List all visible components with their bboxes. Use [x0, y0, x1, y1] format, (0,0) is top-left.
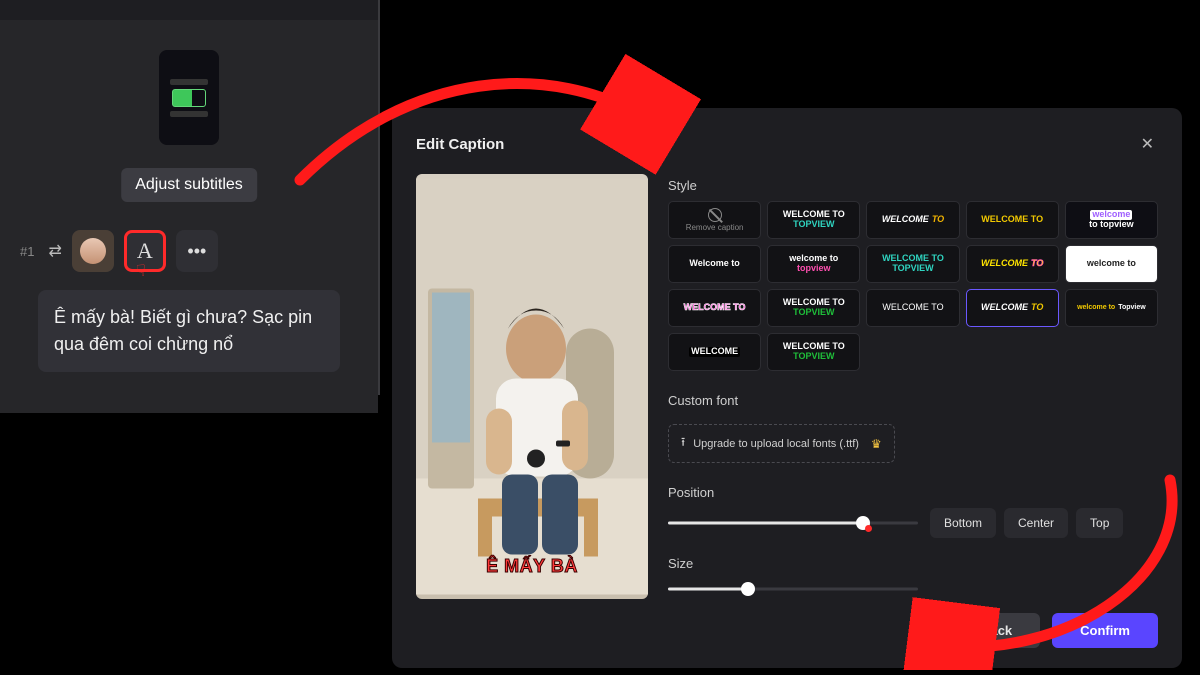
adjust-subtitles-tooltip: Adjust subtitles: [121, 168, 257, 202]
caption-style-grid: Remove captionWELCOME TOTOPVIEWWELCOMETO…: [668, 201, 1158, 371]
upload-font-text: Upgrade to upload local fonts (.ttf): [693, 438, 859, 450]
caption-style-s6[interactable]: welcome totopview: [767, 245, 860, 283]
caption-style-s3[interactable]: WELCOME TO: [966, 201, 1059, 239]
custom-font-label: Custom font: [668, 393, 1158, 408]
position-label: Position: [668, 485, 1158, 500]
size-label: Size: [668, 556, 1158, 571]
avatar-button[interactable]: [72, 230, 114, 272]
caption-style-s5[interactable]: Welcome to: [668, 245, 761, 283]
caption-style-s14[interactable]: welcome toTopview: [1065, 289, 1158, 327]
subtitle-text-box[interactable]: Ê mấy bà! Biết gì chưa? Sạc pin qua đêm …: [38, 290, 340, 372]
position-top-button[interactable]: Top: [1076, 508, 1123, 538]
snippet-panel: Adjust subtitles #1 ⇄ A ☟ ••• Ê mấy bà! …: [0, 20, 378, 413]
position-bottom-button[interactable]: Bottom: [930, 508, 996, 538]
swap-icon[interactable]: ⇄: [48, 241, 61, 261]
position-slider-thumb[interactable]: [856, 516, 870, 530]
caption-style-s4[interactable]: welcometo topview: [1065, 201, 1158, 239]
caption-style-s16[interactable]: WELCOME TOTOPVIEW: [767, 333, 860, 371]
caption-style-s9[interactable]: welcome to: [1065, 245, 1158, 283]
confirm-button[interactable]: Confirm: [1052, 613, 1158, 648]
preview-caption-text: Ê MẤY BÀ: [416, 556, 648, 577]
premium-crown-icon: ♛: [871, 437, 882, 451]
caption-style-s8[interactable]: WELCOMETO: [966, 245, 1059, 283]
style-section-label: Style: [668, 178, 1158, 193]
scene-toolbar: #1 ⇄ A ☟ •••: [20, 230, 358, 272]
close-icon[interactable]: ✕: [1137, 130, 1158, 158]
position-slider[interactable]: [668, 513, 918, 533]
upload-font-button[interactable]: ⭱ Upgrade to upload local fonts (.ttf) ♛: [668, 424, 895, 463]
caption-style-s1[interactable]: WELCOME TOTOPVIEW: [767, 201, 860, 239]
scene-index: #1: [20, 244, 34, 259]
caption-style-s12[interactable]: WELCOME TO: [866, 289, 959, 327]
caption-style-s2[interactable]: WELCOMETO: [866, 201, 959, 239]
modal-title: Edit Caption: [416, 136, 504, 153]
scene-thumbnail[interactable]: [159, 50, 219, 145]
more-icon: •••: [187, 241, 206, 262]
preview-illustration: [416, 174, 648, 599]
caption-controls: Style Remove captionWELCOME TOTOPVIEWWEL…: [668, 174, 1158, 599]
edit-caption-modal: Edit Caption ✕: [392, 108, 1182, 668]
caption-style-remove[interactable]: Remove caption: [668, 201, 761, 239]
caption-style-s7[interactable]: WELCOME TOTOPVIEW: [866, 245, 959, 283]
modal-footer: Back Confirm: [416, 613, 1158, 648]
position-preset-buttons: Bottom Center Top: [930, 508, 1123, 538]
caption-style-s11[interactable]: WELCOME TOTOPVIEW: [767, 289, 860, 327]
back-button[interactable]: Back: [953, 613, 1040, 648]
upload-icon: ⭱: [681, 433, 685, 454]
caption-preview: Ê MẤY BÀ: [416, 174, 648, 599]
size-slider[interactable]: [668, 579, 918, 599]
caption-style-s13[interactable]: WELCOMETO: [966, 289, 1059, 327]
more-button[interactable]: •••: [176, 230, 218, 272]
cursor-icon: ☟: [136, 261, 154, 279]
subtitle-style-button[interactable]: A ☟: [124, 230, 166, 272]
caption-style-s15[interactable]: WELCOME: [668, 333, 761, 371]
editor-snippet: Adjust subtitles #1 ⇄ A ☟ ••• Ê mấy bà! …: [0, 0, 380, 395]
modal-header: Edit Caption ✕: [416, 130, 1158, 158]
position-center-button[interactable]: Center: [1004, 508, 1068, 538]
size-slider-thumb[interactable]: [741, 582, 755, 596]
caption-style-s10[interactable]: WELCOME TO: [668, 289, 761, 327]
